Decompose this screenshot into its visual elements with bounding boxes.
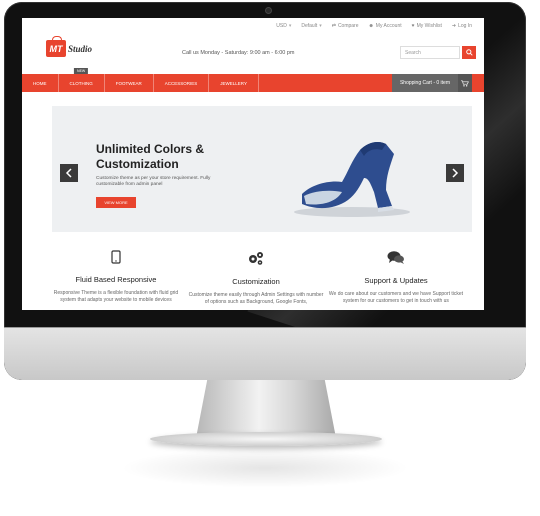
logo-text: Studio <box>68 43 93 54</box>
hero-title: Unlimited Colors & Customization <box>96 142 205 171</box>
feature-title: Customization <box>232 277 280 286</box>
nav-label: HOME <box>33 80 47 86</box>
chevron-right-icon <box>452 168 459 178</box>
search-icon <box>465 49 473 56</box>
login-icon: ➜ <box>451 23 457 29</box>
nav-label: JEWELLERY <box>220 80 247 86</box>
nav-item-home[interactable]: HOME <box>22 74 59 92</box>
hero-text: Customize theme as per your store requir… <box>96 176 211 187</box>
nav-label: ACCESSORIES <box>164 80 198 86</box>
feature-title: Support & Updates <box>364 276 428 285</box>
search-input[interactable]: Search <box>400 46 460 59</box>
hero-slider: Unlimited Colors & Customization Customi… <box>52 106 472 232</box>
my-wishlist-link[interactable]: ♥ My Wishlist <box>412 23 442 29</box>
compare-label: Compare <box>337 23 359 29</box>
feature-text: We do care about our customers and we ha… <box>328 291 464 304</box>
nav-item-accessories[interactable]: ACCESSORIES <box>154 74 210 92</box>
view-more-button[interactable]: VIEW MORE <box>96 197 136 208</box>
nav-item-clothing[interactable]: NEW CLOTHING <box>59 68 105 92</box>
store-value: Default <box>301 23 318 29</box>
monitor-stand <box>196 380 336 438</box>
top-bar: USD ▾ Default ▾ ⇄ Compare ☻ My Account ♥… <box>22 18 484 34</box>
main-nav: HOME NEW CLOTHING FOOTWEAR ACCESSORIES J… <box>22 68 484 92</box>
compare-link[interactable]: ⇄ Compare <box>332 23 359 29</box>
user-icon: ☻ <box>368 23 374 29</box>
call-us-text: Call us Monday - Saturday: 9:00 am - 6:0… <box>182 50 295 56</box>
slider-next-button[interactable] <box>446 164 464 182</box>
camera-icon <box>266 8 271 13</box>
desk-shadow <box>120 448 410 488</box>
shopping-bag-logo-icon: MT <box>46 36 66 57</box>
chat-bubbles-icon <box>387 251 404 264</box>
website-screen: USD ▾ Default ▾ ⇄ Compare ☻ My Account ♥… <box>22 18 484 310</box>
feature-title: Fluid Based Responsive <box>75 275 157 284</box>
chevron-down-icon: ▾ <box>319 23 322 29</box>
cart-icon <box>461 80 469 86</box>
my-account-link[interactable]: ☻ My Account <box>369 23 402 29</box>
monitor-chin <box>4 327 526 380</box>
feature-support: Support & Updates We do care about our c… <box>326 250 466 305</box>
mobile-phone-icon <box>111 250 121 264</box>
nav-item-footwear[interactable]: FOOTWEAR <box>105 74 154 92</box>
monitor-base <box>150 432 382 446</box>
gears-icon <box>249 252 263 265</box>
login-link[interactable]: ➜ Log In <box>452 23 472 29</box>
store-select[interactable]: Default ▾ <box>301 23 321 29</box>
site-logo[interactable]: MT Studio <box>46 36 93 57</box>
nav-label: FOOTWEAR <box>115 80 142 86</box>
search-placeholder: Search <box>405 49 421 56</box>
new-badge: NEW <box>74 68 89 74</box>
my-account-label: My Account <box>375 23 402 29</box>
nav-label: CLOTHING <box>69 80 93 86</box>
my-wishlist-label: My Wishlist <box>416 23 442 29</box>
feature-customization: Customization Customize theme easily thr… <box>186 250 326 306</box>
feature-text: Customize theme easily through Admin Set… <box>188 292 324 305</box>
cart-button[interactable] <box>458 74 472 92</box>
jeans-product-image <box>294 142 410 217</box>
compare-icon: ⇄ <box>331 23 336 29</box>
monitor-frame: USD ▾ Default ▾ ⇄ Compare ☻ My Account ♥… <box>4 2 526 380</box>
chevron-down-icon: ▾ <box>288 23 292 29</box>
heart-icon: ♥ <box>411 23 415 29</box>
feature-text: Responsive Theme is a flexible foundatio… <box>53 290 179 303</box>
currency-value: USD <box>276 23 287 29</box>
feature-responsive: Fluid Based Responsive Responsive Theme … <box>46 250 186 304</box>
logo-mark: MT <box>49 43 63 54</box>
cart-label: Shopping Cart - 0 item <box>391 74 458 92</box>
shopping-cart[interactable]: Shopping Cart - 0 item <box>391 74 472 92</box>
search-button[interactable] <box>462 46 476 59</box>
currency-select[interactable]: USD ▾ <box>276 23 291 29</box>
slider-prev-button[interactable] <box>60 164 78 182</box>
chevron-left-icon <box>65 168 72 178</box>
login-label: Log In <box>458 23 472 29</box>
nav-item-jewellery[interactable]: JEWELLERY <box>209 74 259 92</box>
